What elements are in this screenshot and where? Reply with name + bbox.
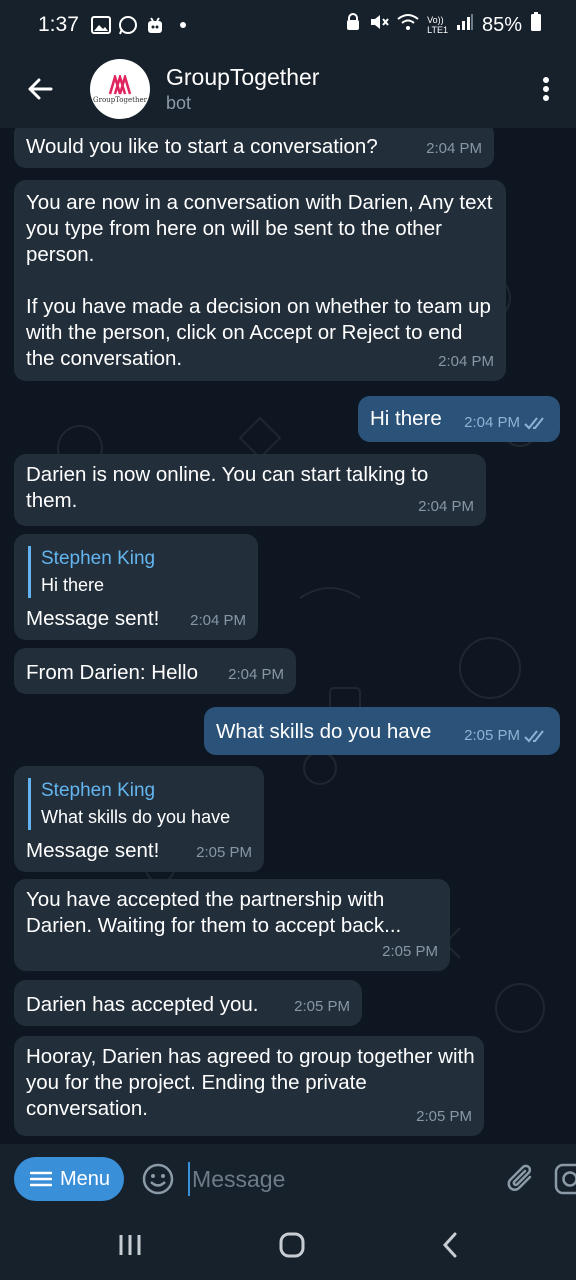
grouptogether-logo-icon (108, 74, 132, 94)
message-bubble[interactable]: You have accepted the partnership with D… (14, 879, 450, 971)
paperclip-icon (507, 1164, 532, 1191)
message-time: 2:05 PM (416, 1108, 472, 1125)
chat-subtitle: bot (166, 93, 192, 113)
camera-button[interactable] (554, 1163, 576, 1195)
camera-icon (554, 1163, 576, 1195)
whatsapp-icon (118, 15, 138, 35)
smiley-icon (142, 1163, 174, 1195)
volte-label: Vo)) (427, 15, 444, 25)
recents-icon (119, 1234, 141, 1255)
double-check-icon (524, 730, 544, 743)
message-bubble[interactable]: Darien is now online. You can start talk… (14, 454, 486, 526)
network-label: LTE1 (427, 25, 448, 35)
system-navigation-bar (0, 1214, 576, 1280)
reply-text: Hi there (41, 575, 105, 595)
emoji-button[interactable] (142, 1163, 174, 1195)
message-input[interactable] (188, 1162, 489, 1196)
message-text: Would you like to start a conversation? (26, 135, 378, 158)
back-nav-button[interactable] (442, 1232, 458, 1263)
chat-title: GroupTogether (166, 64, 320, 90)
message-text: You are now in a conversation with Darie… (26, 191, 493, 370)
message-time: 2:05 PM (464, 723, 548, 749)
notification-dot (179, 22, 186, 28)
message-bubble[interactable]: Hi there 2:04 PM (358, 396, 560, 442)
signal-icon (456, 13, 474, 37)
reply-quote[interactable]: Stephen King Hi there (28, 546, 246, 598)
reply-quote[interactable]: Stephen King What skills do you have (28, 778, 252, 830)
chat-header: GroupTogether GroupTogether bot (0, 50, 576, 128)
more-options-button[interactable] (516, 50, 576, 128)
back-button[interactable] (0, 50, 80, 128)
reply-text: What skills do you have (41, 807, 231, 827)
message-bubble[interactable]: You are now in a conversation with Darie… (14, 180, 506, 381)
wifi-icon (397, 13, 419, 37)
status-time: 1:37 (38, 13, 79, 36)
message-bubble[interactable]: Stephen King Hi there Message sent! 2:04… (14, 534, 258, 640)
message-text: Darien is now online. You can start talk… (26, 463, 434, 512)
battery-level: 85% (481, 13, 522, 36)
lock-icon (345, 13, 361, 37)
message-bubble[interactable]: Would you like to start a conversation? … (14, 128, 494, 168)
message-bubble[interactable]: From Darien: Hello 2:04 PM (14, 648, 296, 694)
message-time: 2:04 PM (438, 353, 494, 370)
message-time: 2:04 PM (228, 666, 284, 683)
chat-title-block[interactable]: GroupTogether bot (166, 63, 319, 115)
message-time: 2:05 PM (294, 998, 350, 1015)
status-bar: 1:37 Vo)) LTE1 85% (0, 0, 576, 50)
home-button[interactable] (279, 1232, 305, 1263)
message-time: 2:04 PM (418, 498, 474, 515)
message-bubble[interactable]: Hooray, Darien has agreed to group toget… (14, 1036, 484, 1136)
message-bubble[interactable]: Darien has accepted you. 2:05 PM (14, 980, 362, 1026)
recent-apps-button[interactable] (118, 1234, 142, 1261)
menu-label: Menu (60, 1167, 111, 1190)
bot-menu-button[interactable]: Menu (14, 1157, 125, 1201)
message-time: 2:05 PM (382, 943, 438, 960)
double-check-icon (524, 417, 544, 430)
home-icon (279, 1232, 305, 1257)
message-text: Hooray, Darien has agreed to group toget… (26, 1045, 481, 1120)
message-time: 2:04 PM (464, 410, 548, 436)
hamburger-icon (30, 1171, 52, 1187)
avatar-logo-text: GroupTogether (93, 95, 147, 104)
battery-icon (530, 12, 542, 38)
alien-icon (145, 15, 165, 35)
attach-button[interactable] (506, 1163, 536, 1195)
message-time: 2:04 PM (426, 140, 482, 157)
chat-area[interactable]: Would you like to start a conversation? … (0, 128, 576, 1144)
arrow-left-icon (28, 78, 53, 100)
more-vertical-icon (543, 77, 549, 101)
message-time: 2:05 PM (196, 844, 252, 861)
message-composer: Menu (0, 1144, 576, 1214)
chevron-left-icon (442, 1232, 457, 1257)
gallery-icon (90, 16, 111, 34)
message-text: You have accepted the partnership with D… (26, 888, 402, 937)
message-time: 2:04 PM (190, 612, 246, 629)
message-bubble[interactable]: What skills do you have 2:05 PM (204, 707, 560, 755)
avatar[interactable]: GroupTogether (90, 59, 150, 119)
mute-icon (369, 13, 389, 37)
reply-author: Stephen King (41, 548, 156, 569)
message-bubble[interactable]: Stephen King What skills do you have Mes… (14, 766, 264, 872)
reply-author: Stephen King (41, 780, 156, 801)
